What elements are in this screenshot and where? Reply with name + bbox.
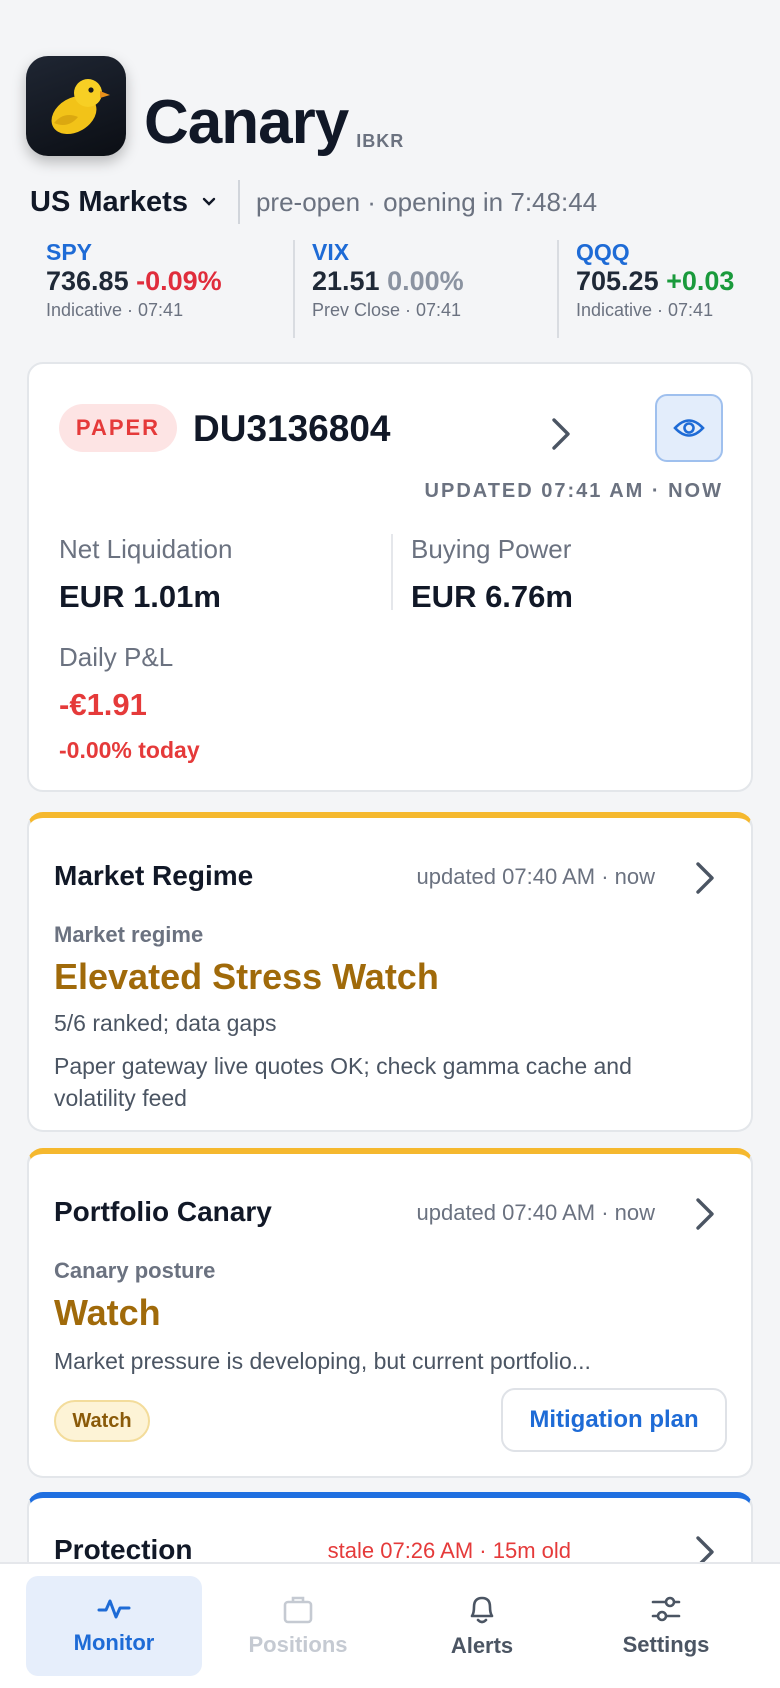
ticker-symbol: QQQ — [576, 240, 630, 265]
ticker-change: -0.09% — [136, 266, 222, 297]
net-liquidation: Net Liquidation EUR 1.01m — [59, 534, 232, 615]
pulse-icon — [97, 1599, 131, 1619]
account-card[interactable]: PAPER DU3136804 UPDATED 07:41 AM · NOW N… — [27, 362, 753, 792]
tab-label: Settings — [622, 1632, 710, 1657]
market-selector[interactable]: US Markets — [30, 186, 238, 219]
app-header: Canary IBKR — [26, 56, 404, 156]
tab-label: Monitor — [73, 1630, 155, 1655]
buying-power: Buying Power EUR 6.76m — [411, 534, 573, 615]
ticker-source: Indicative · 07:41 — [46, 299, 184, 320]
posture-summary: Market pressure is developing, but curre… — [54, 1348, 591, 1374]
tab-monitor[interactable]: Monitor — [26, 1576, 202, 1676]
daily-pnl: Daily P&L -€1.91 -0.00% today — [59, 642, 200, 764]
market-selector-label: US Markets — [30, 185, 188, 218]
chevron-right-icon[interactable] — [693, 860, 717, 901]
card-updated: updated 07:40 AM · now — [416, 1200, 656, 1225]
net-liquidation-label: Net Liquidation — [59, 534, 233, 564]
net-liquidation-value: EUR 1.01m — [59, 579, 221, 614]
portfolio-canary-card[interactable]: Portfolio Canary updated 07:40 AM · now … — [27, 1148, 753, 1478]
ticker-divider — [293, 240, 295, 338]
ticker-symbol: VIX — [312, 239, 350, 265]
tab-label: Positions — [248, 1632, 348, 1657]
ticker-change: +0.03 — [666, 266, 735, 297]
briefcase-icon — [283, 1596, 313, 1624]
ticker-price: 705.25 — [576, 266, 659, 297]
tab-label: Alerts — [450, 1633, 514, 1658]
card-updated: stale 07:26 AM · 15m old — [327, 1538, 571, 1563]
canary-logo-icon — [26, 56, 126, 156]
card-title: Market Regime — [54, 860, 254, 891]
account-updated: UPDATED 07:41 AM · NOW — [424, 480, 723, 502]
market-status: pre-open · opening in 7:48:44 — [255, 186, 598, 217]
ticker-price: 21.51 — [312, 266, 380, 297]
paper-badge: PAPER — [59, 404, 177, 452]
market-row: US Markets pre-open · opening in 7:48:44 — [30, 180, 597, 224]
ticker-divider — [557, 240, 559, 338]
tab-settings[interactable]: Settings — [578, 1576, 754, 1676]
buying-power-label: Buying Power — [411, 534, 572, 564]
status-badge: Watch — [54, 1400, 150, 1442]
account-id: DU3136804 — [193, 408, 391, 449]
market-regime-card[interactable]: Market Regime updated 07:40 AM · now Mar… — [27, 812, 753, 1132]
mitigation-plan-button[interactable]: Mitigation plan — [501, 1388, 727, 1452]
daily-pnl-label: Daily P&L — [59, 642, 174, 672]
ticker-qqq[interactable]: QQQ 705.25 +0.03 Indicative · 07:41 — [576, 240, 780, 338]
ticker-source: Prev Close · 07:41 — [312, 299, 462, 320]
bell-icon — [470, 1596, 494, 1624]
daily-pnl-percent: -0.00% today — [59, 737, 200, 763]
tab-alerts[interactable]: Alerts — [394, 1576, 570, 1676]
posture-headline: Watch — [54, 1292, 161, 1333]
tab-bar: Monitor Positions Alerts Settings — [0, 1562, 780, 1688]
ticker-symbol: SPY — [46, 239, 93, 265]
chevron-right-icon[interactable] — [693, 1196, 717, 1237]
divider — [237, 180, 240, 224]
ticker-spy[interactable]: SPY 736.85 -0.09% Indicative · 07:41 — [46, 239, 222, 338]
privacy-toggle-button[interactable] — [655, 394, 723, 462]
ticker-price: 736.85 — [46, 266, 129, 297]
regime-detail: 5/6 ranked; data gaps — [54, 1010, 277, 1036]
regime-headline: Elevated Stress Watch — [54, 956, 439, 997]
app-title: Canary — [144, 88, 349, 157]
broker-label: IBKR — [356, 131, 405, 151]
card-title: Portfolio Canary — [54, 1196, 272, 1227]
regime-note: Paper gateway live quotes OK; check gamm… — [54, 1053, 632, 1112]
daily-pnl-value: -€1.91 — [59, 687, 147, 722]
ticker-strip: SPY 736.85 -0.09% Indicative · 07:41 VIX… — [0, 239, 780, 338]
ticker-vix[interactable]: VIX 21.51 0.00% Prev Close · 07:41 — [312, 239, 464, 338]
posture-kicker: Canary posture — [54, 1258, 216, 1283]
card-updated: updated 07:40 AM · now — [416, 864, 656, 889]
eye-icon — [673, 419, 705, 437]
ticker-change: 0.00% — [387, 266, 464, 297]
regime-kicker: Market regime — [54, 922, 204, 947]
tab-positions[interactable]: Positions — [210, 1576, 386, 1676]
ticker-source: Indicative · 07:41 — [576, 299, 714, 320]
divider — [391, 534, 393, 610]
chevron-right-icon[interactable] — [549, 416, 573, 457]
sliders-icon — [651, 1596, 681, 1622]
chevron-down-icon — [202, 197, 216, 207]
buying-power-value: EUR 6.76m — [411, 579, 573, 614]
